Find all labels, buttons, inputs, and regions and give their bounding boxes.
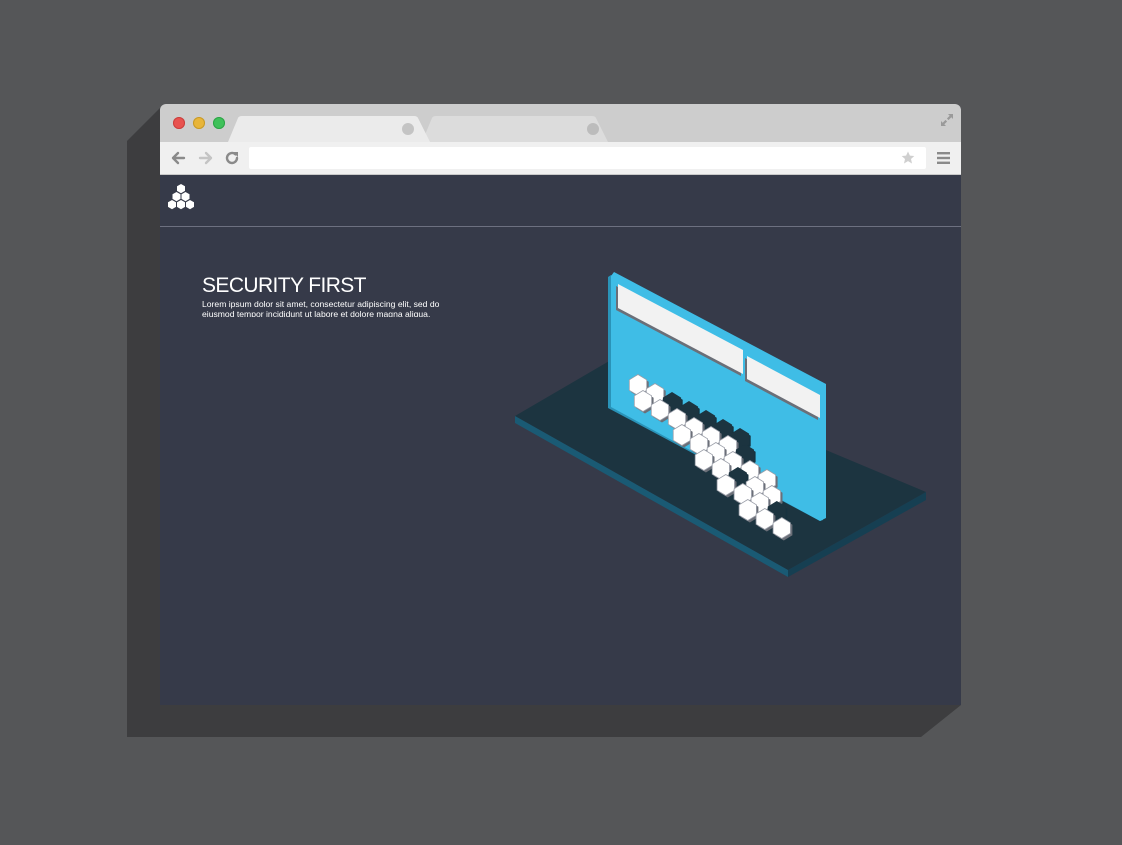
isometric-login-card-illustration [515,272,926,577]
screenshot-stage: SECURITY FIRST Lorem ipsum dolor sit ame… [0,0,1122,845]
